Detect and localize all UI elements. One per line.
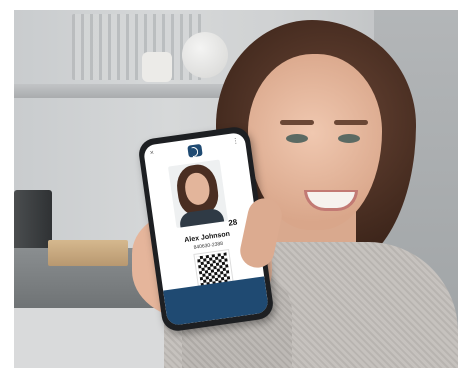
close-icon[interactable]: × [149, 150, 154, 158]
screen-footer-text [167, 306, 268, 320]
right-eye [338, 134, 360, 143]
cup [142, 52, 172, 82]
screen-footer-band [163, 276, 270, 327]
left-eye [286, 134, 308, 143]
menu-icon[interactable]: ⋮ [232, 137, 240, 146]
cutting-board [48, 240, 128, 266]
age-badge: 28 [227, 217, 238, 228]
id-logo-icon [187, 143, 203, 158]
id-photo [167, 159, 229, 229]
bowl [182, 32, 228, 78]
left-brow [280, 120, 314, 125]
appliance [14, 190, 52, 252]
photo: × ⋮ 28 Alex Johnson 840630-2388 [14, 10, 458, 368]
right-brow [334, 120, 368, 125]
